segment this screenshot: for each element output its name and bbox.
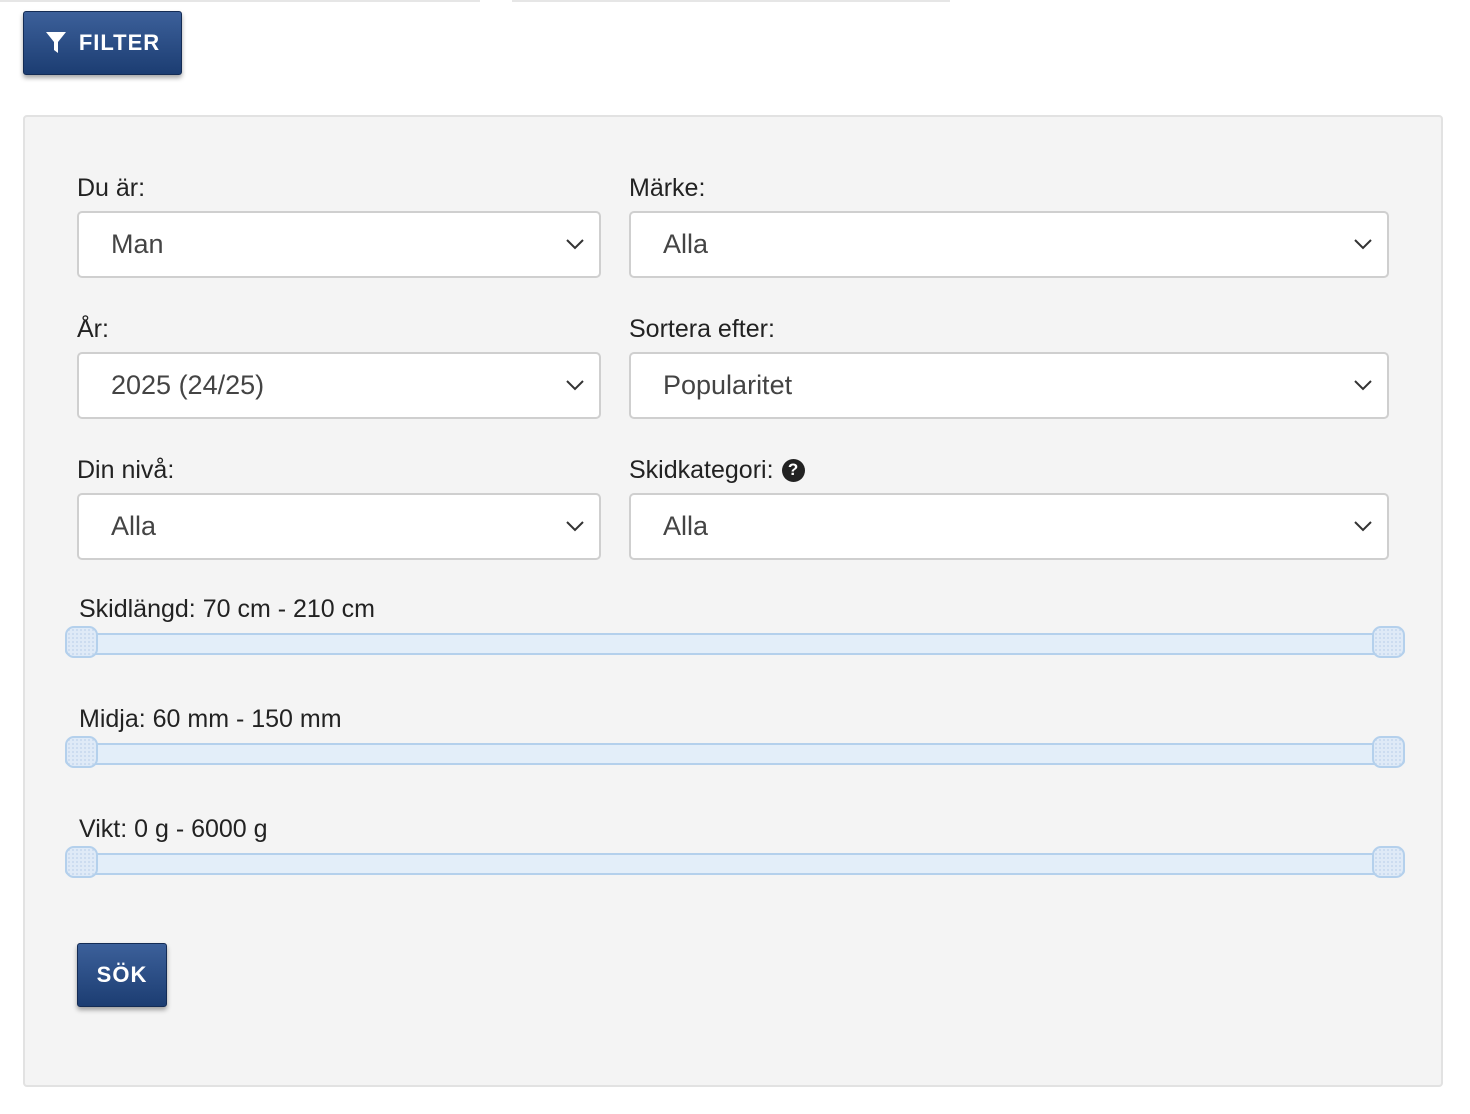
category-field: Skidkategori: ? Alla bbox=[629, 453, 1389, 560]
category-label: Skidkategori: bbox=[629, 456, 774, 484]
filter-button[interactable]: FILTER bbox=[23, 11, 182, 75]
category-select-value: Alla bbox=[663, 511, 709, 541]
filter-icon bbox=[45, 32, 66, 53]
waist-slider[interactable] bbox=[65, 736, 1405, 768]
brand-field: Märke: Alla bbox=[629, 171, 1389, 278]
waist-slider-label: Midja: 60 mm - 150 mm bbox=[79, 705, 342, 733]
length-slider-label: Skidlängd: 70 cm - 210 cm bbox=[79, 595, 375, 623]
brand-select-value: Alla bbox=[663, 229, 709, 259]
category-label-row: Skidkategori: ? bbox=[629, 453, 1389, 487]
brand-select[interactable]: Alla bbox=[629, 211, 1389, 278]
length-slider-max-handle[interactable] bbox=[1372, 626, 1405, 658]
year-select-value: 2025 (24/25) bbox=[111, 370, 265, 400]
search-button-label: SÖK bbox=[96, 962, 148, 987]
brand-label: Märke: bbox=[629, 174, 706, 202]
chevron-down-icon bbox=[1354, 521, 1372, 532]
weight-slider-min-handle[interactable] bbox=[65, 846, 98, 878]
sort-select-value: Popularitet bbox=[663, 370, 793, 400]
top-divider bbox=[0, 0, 1470, 4]
waist-slider-max-handle[interactable] bbox=[1372, 736, 1405, 768]
weight-slider[interactable] bbox=[65, 846, 1405, 878]
weight-slider-label: Vikt: 0 g - 6000 g bbox=[79, 815, 268, 843]
chevron-down-icon bbox=[566, 521, 584, 532]
gender-select[interactable]: Man bbox=[77, 211, 601, 278]
gender-select-value: Man bbox=[111, 229, 164, 259]
year-field: År: 2025 (24/25) bbox=[77, 312, 601, 419]
length-slider[interactable] bbox=[65, 626, 1405, 658]
category-select[interactable]: Alla bbox=[629, 493, 1389, 560]
year-select[interactable]: 2025 (24/25) bbox=[77, 352, 601, 419]
sort-select[interactable]: Popularitet bbox=[629, 352, 1389, 419]
chevron-down-icon bbox=[1354, 239, 1372, 250]
search-button[interactable]: SÖK bbox=[77, 943, 167, 1007]
level-select-value: Alla bbox=[111, 511, 157, 541]
chevron-down-icon bbox=[566, 239, 584, 250]
chevron-down-icon bbox=[566, 380, 584, 391]
gender-field: Du är: Man bbox=[77, 171, 601, 278]
filter-panel: Du är: Man Märke: Alla År: 2025 (24/25) … bbox=[23, 115, 1443, 1087]
gender-label: Du är: bbox=[77, 174, 146, 202]
weight-slider-max-handle[interactable] bbox=[1372, 846, 1405, 878]
level-select[interactable]: Alla bbox=[77, 493, 601, 560]
help-icon[interactable]: ? bbox=[781, 458, 805, 482]
filter-button-label: FILTER bbox=[78, 30, 161, 55]
level-field: Din nivå: Alla bbox=[77, 453, 601, 560]
chevron-down-icon bbox=[1354, 380, 1372, 391]
sort-label: Sortera efter: bbox=[629, 315, 775, 343]
sort-field: Sortera efter: Popularitet bbox=[629, 312, 1389, 419]
length-slider-min-handle[interactable] bbox=[65, 626, 98, 658]
year-label: År: bbox=[77, 315, 109, 343]
waist-slider-min-handle[interactable] bbox=[65, 736, 98, 768]
level-label: Din nivå: bbox=[77, 456, 175, 484]
